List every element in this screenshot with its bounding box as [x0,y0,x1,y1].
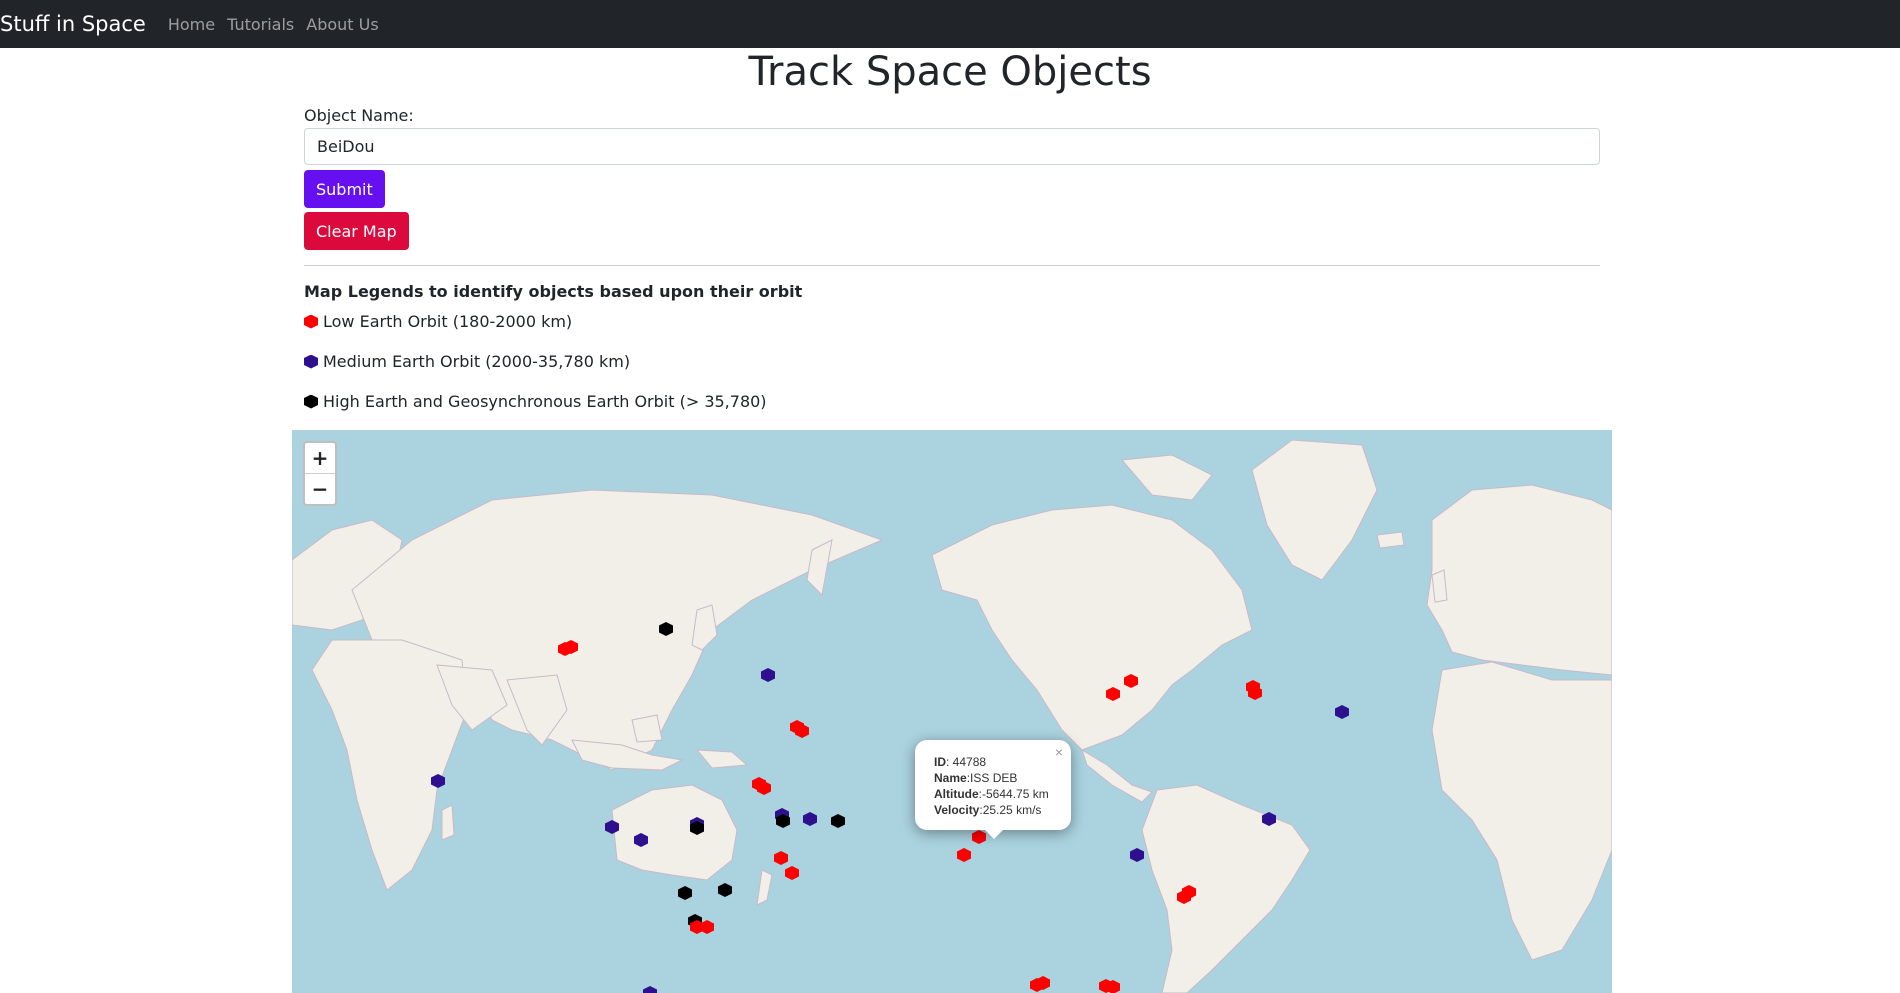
hexagon-icon [304,314,318,329]
land-europe-right [1426,484,1612,676]
land-africa-right [1431,661,1612,961]
object-name-label: Object Name: [304,106,414,125]
land-arctic-islands [1120,454,1213,501]
popup-name-row: Name:ISS DEB [934,771,1018,785]
land-greenland [1251,439,1378,581]
popup-id-label: ID [934,755,946,769]
legend-label: Medium Earth Orbit (2000-35,780 km) [323,352,631,371]
divider [304,265,1600,266]
popup-name-label: Name [934,771,967,785]
popup-velocity-label: Velocity [934,803,980,817]
legend-item-meo: Medium Earth Orbit (2000-35,780 km) [304,352,630,371]
legend-label: High Earth and Geosynchronous Earth Orbi… [323,392,767,411]
legend-item-heo: High Earth and Geosynchronous Earth Orbi… [304,392,767,411]
land-madagascar [441,804,455,841]
popup-altitude-value: -5644.75 km [982,787,1049,801]
zoom-control: + − [303,441,337,506]
popup-velocity-row: Velocity:25.25 km/s [934,803,1042,817]
popup-velocity-value: 25.25 km/s [982,803,1042,817]
land-new-zealand [756,869,773,906]
nav-about-us[interactable]: About Us [306,15,378,34]
satellite-popup: × ID: 44788 Name:ISS DEB Altitude:-5644.… [915,740,1071,839]
page-title: Track Space Objects [748,49,1152,95]
popup-altitude-row: Altitude:-5644.75 km [934,787,1049,801]
legend-label: Low Earth Orbit (180-2000 km) [323,312,573,331]
brand-link[interactable]: Stuff in Space [0,12,146,36]
popup-name-value: ISS DEB [970,771,1018,785]
nav-tutorials[interactable]: Tutorials [227,15,294,34]
hexagon-icon [304,394,318,409]
clear-map-button[interactable]: Clear Map [304,212,409,250]
land-borneo [631,714,663,743]
hexagon-icon [304,354,318,369]
map-tiles [292,439,1612,993]
popup-close-button[interactable]: × [1055,744,1063,760]
nav-home[interactable]: Home [168,15,215,34]
land-new-guinea [695,749,749,769]
popup-id-value: 44788 [952,755,987,769]
legend-item-leo: Low Earth Orbit (180-2000 km) [304,312,572,331]
object-name-input[interactable] [304,128,1600,165]
land-central-america [1081,748,1153,803]
zoom-out-button[interactable]: − [305,473,335,504]
world-map[interactable]: + − × ID: 44788 Name:ISS DEB Altitude:-5… [292,430,1612,993]
submit-button[interactable]: Submit [304,170,385,208]
land-uk [1431,569,1448,603]
land-iceland [1376,531,1405,549]
land-north-america [931,504,1253,751]
navbar: Stuff in Space Home Tutorials About Us [0,0,1900,48]
popup-content: ID: 44788 Name:ISS DEB Altitude:-5644.75… [934,754,1049,818]
popup-id-row: ID: 44788 [934,755,987,769]
popup-altitude-label: Altitude [934,787,979,801]
land-australia [611,784,738,881]
legend-title: Map Legends to identify objects based up… [304,282,803,301]
popup-tip [985,830,1003,839]
land-south-america [1141,784,1311,993]
zoom-in-button[interactable]: + [305,443,335,473]
